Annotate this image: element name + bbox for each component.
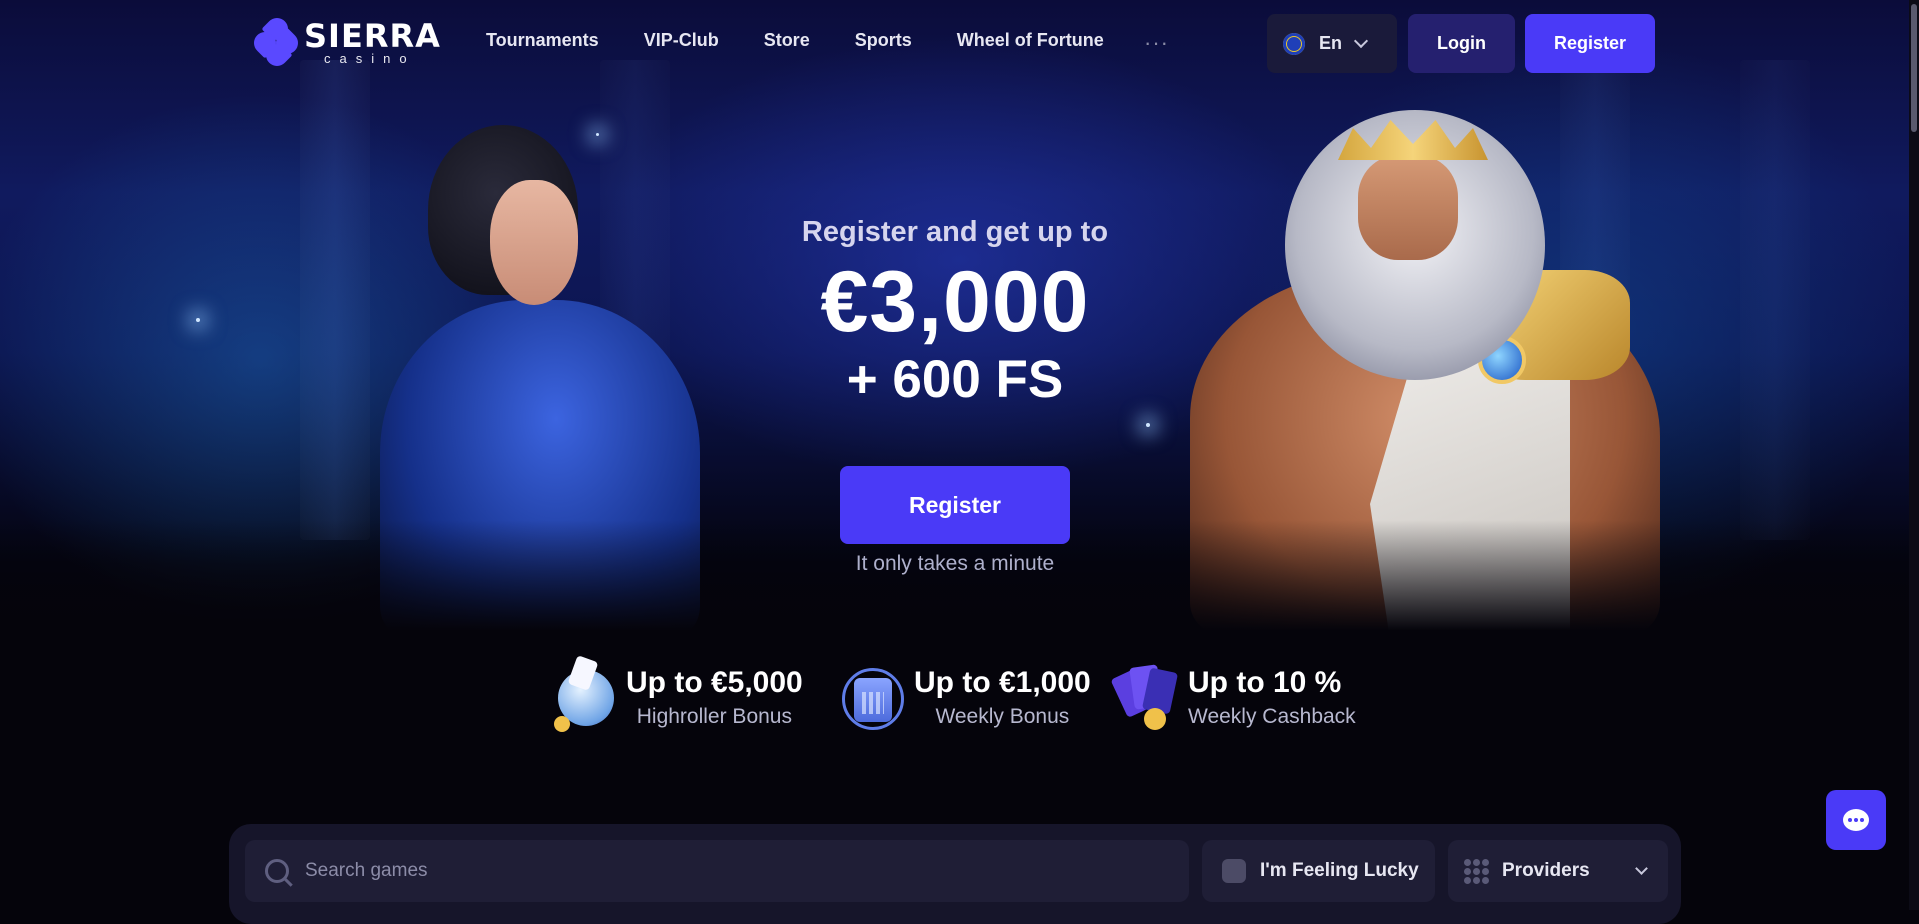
page-scrollbar[interactable] <box>1909 0 1919 910</box>
bonus-subtitle: Weekly Cashback <box>1188 704 1356 728</box>
nav-store[interactable]: Store <box>764 30 810 51</box>
bonus-subtitle: Highroller Bonus <box>636 704 792 728</box>
language-selector[interactable]: En <box>1267 14 1397 73</box>
sparkle-decoration <box>1146 423 1150 427</box>
main-nav: Tournaments VIP-Club Store Sports Wheel … <box>486 30 1149 51</box>
bonus-title: Up to €1,000 <box>914 665 1091 699</box>
bonus-highroller[interactable]: Up to €5,000 Highroller Bonus <box>552 655 803 736</box>
bonus-weekly[interactable]: Up to €1,000 Weekly Bonus <box>840 658 1091 736</box>
nav-tournaments[interactable]: Tournaments <box>486 30 599 51</box>
register-button[interactable]: Register <box>1525 14 1655 73</box>
providers-icon <box>1464 859 1489 884</box>
clover-icon <box>249 13 303 71</box>
feeling-lucky-button[interactable]: I'm Feeling Lucky <box>1202 840 1435 902</box>
scrollbar-thumb[interactable] <box>1911 4 1917 132</box>
chevron-down-icon <box>1635 862 1648 875</box>
calendar-icon <box>840 658 906 736</box>
search-input[interactable] <box>303 859 1167 883</box>
bonus-title: Up to €5,000 <box>626 665 803 699</box>
search-icon <box>265 859 289 883</box>
hero-note: It only takes a minute <box>855 552 1055 575</box>
logo-name: SIERRA <box>304 16 441 55</box>
dice-icon <box>1222 859 1246 883</box>
bonus-cashback[interactable]: Up to 10 % Weekly Cashback <box>1110 658 1356 736</box>
chat-support-button[interactable] <box>1826 790 1886 850</box>
offer-amount: €3,000 <box>820 254 1090 350</box>
login-button[interactable]: Login <box>1408 14 1515 73</box>
bonus-subtitle: Weekly Bonus <box>935 704 1070 728</box>
bonus-title: Up to 10 % <box>1188 665 1342 699</box>
sparkle-decoration <box>196 318 200 322</box>
providers-label: Providers <box>1502 860 1590 881</box>
nav-sports[interactable]: Sports <box>855 30 912 51</box>
chevron-down-icon <box>1353 33 1369 49</box>
crystal-ball-icon <box>552 655 618 736</box>
feeling-lucky-label: I'm Feeling Lucky <box>1260 860 1419 881</box>
sierra-casino-logo[interactable]: SIERRA casino <box>249 13 441 71</box>
providers-dropdown[interactable]: Providers <box>1448 840 1668 902</box>
sparkle-decoration <box>596 133 599 136</box>
hero-register-button[interactable]: Register <box>840 466 1070 544</box>
search-field[interactable] <box>245 840 1189 902</box>
language-label: En <box>1319 33 1343 53</box>
more-menu-icon[interactable]: ··· <box>1144 30 1169 56</box>
nav-wheel-of-fortune[interactable]: Wheel of Fortune <box>957 30 1104 51</box>
welcome-offer: Register and get up to €3,000 + 600 FS <box>700 216 1210 406</box>
nav-vip-club[interactable]: VIP-Club <box>644 30 719 51</box>
offer-lead-text: Register and get up to <box>801 216 1109 248</box>
eu-flag-icon <box>1283 32 1305 55</box>
chat-icon <box>1843 809 1869 831</box>
offer-free-spins: + 600 FS <box>846 350 1064 409</box>
top-header: SIERRA casino Tournaments VIP-Club Store… <box>0 0 1919 86</box>
cards-icon <box>1110 658 1180 736</box>
